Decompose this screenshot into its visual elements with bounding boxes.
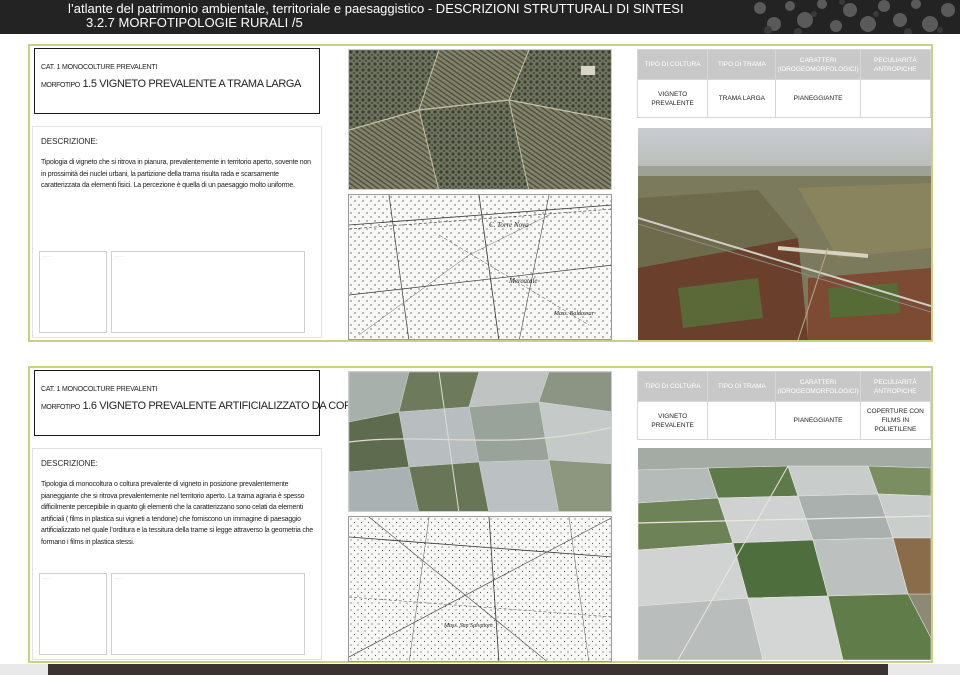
morfotipo-panel-1-6: CAT. 1 MONOCOLTURE PREVALENTI MORFOTIPO … <box>28 366 933 663</box>
column-header: TIPO DI COLTURA <box>636 371 709 402</box>
title-box: CAT. 1 MONOCOLTURE PREVALENTI MORFOTIPO … <box>34 48 320 114</box>
column-header: TIPO DI TRAMA <box>707 49 777 80</box>
characteristics-table: TIPO DI COLTURA TIPO DI TRAMA CARATTERI … <box>636 371 932 440</box>
column-header: CARATTERI (IDROGEOMORFOLOGICI) <box>775 371 861 402</box>
map-label: Mass. San Salvatore <box>443 623 493 629</box>
characteristics-table: TIPO DI COLTURA TIPO DI TRAMA CARATTERI … <box>636 49 932 118</box>
thumbnail-placeholder: ------ <box>39 251 107 333</box>
dotted-pattern-icon <box>754 0 955 34</box>
column-header: PECULIARITÀ ANTROPICHE <box>859 49 932 80</box>
footer-band <box>48 664 888 675</box>
morfotipo-title: MORFOTIPO 1.5 VIGNETO PREVALENTE A TRAMA… <box>41 78 301 90</box>
aerial-photo <box>638 128 931 340</box>
description-label: DESCRIZIONE: <box>41 459 98 468</box>
map-label: Mass. Baldassar <box>553 311 595 317</box>
map-label: Mercatale <box>508 277 538 285</box>
page-title-line2: 3.2.7 MORFOTIPOLOGIE RURALI /5 <box>86 15 303 30</box>
description-box: DESCRIZIONE: Tipologia di vigneto che si… <box>32 126 322 338</box>
category-label: CAT. 1 MONOCOLTURE PREVALENTI <box>41 386 158 393</box>
table-cell <box>859 79 932 118</box>
description-text: Tipologia di vigneto che si ritrova in p… <box>41 159 311 189</box>
column-header: TIPO DI COLTURA <box>636 49 709 80</box>
table-cell <box>707 401 777 440</box>
column-header: PECULIARITÀ ANTROPICHE <box>859 371 932 402</box>
table-cell: PIANEGGIANTE <box>775 79 861 118</box>
table-header-row: TIPO DI COLTURA TIPO DI TRAMA CARATTERI … <box>636 49 932 80</box>
page-header: l’atlante del patrimonio ambientale, ter… <box>0 0 960 34</box>
table-cell: PIANEGGIANTE <box>775 401 861 440</box>
table-header-row: TIPO DI COLTURA TIPO DI TRAMA CARATTERI … <box>636 371 932 402</box>
morfotipo-name: 1.5 VIGNETO PREVALENTE A TRAMA LARGA <box>82 78 301 90</box>
map-label: C. Torre Nova <box>489 221 529 229</box>
column-header: TIPO DI TRAMA <box>707 371 777 402</box>
historical-map-image: Mass. San Salvatore <box>348 516 612 662</box>
table-cell: TRAMA LARGA <box>707 79 777 118</box>
table-row: VIGNETO PREVALENTE TRAMA LARGA PIANEGGIA… <box>636 79 932 118</box>
page-title: l’atlante del patrimonio ambientale, ter… <box>68 2 684 30</box>
page-title-line1: l’atlante del patrimonio ambientale, ter… <box>68 1 684 16</box>
table-cell: COPERTURE CON FILMS IN POLIETILENE <box>859 401 932 440</box>
thumbnail-placeholder: ------ <box>111 251 305 333</box>
column-header: CARATTERI (IDROGEOMORFOLOGICI) <box>775 49 861 80</box>
morfotipo-prefix: MORFOTIPO <box>41 404 80 411</box>
description-label: DESCRIZIONE: <box>41 137 98 146</box>
thumbnail-placeholder: ------ <box>111 573 305 655</box>
description-box: DESCRIZIONE: Tipologia di monocoltura o … <box>32 448 322 660</box>
aerial-photo <box>638 448 931 660</box>
table-row: VIGNETO PREVALENTE PIANEGGIANTE COPERTUR… <box>636 401 932 440</box>
category-label: CAT. 1 MONOCOLTURE PREVALENTI <box>41 64 158 71</box>
morfotipo-panel-1-5: CAT. 1 MONOCOLTURE PREVALENTI MORFOTIPO … <box>28 44 933 342</box>
description-text: Tipologia di monocoltura o coltura preva… <box>41 481 314 546</box>
table-cell: VIGNETO PREVALENTE <box>636 401 709 440</box>
historical-map-image: C. Torre Nova Mercatale Mass. Baldassar <box>348 194 612 340</box>
orthophoto-image <box>348 371 612 512</box>
table-cell: VIGNETO PREVALENTE <box>636 79 709 118</box>
orthophoto-image <box>348 49 612 190</box>
title-box: CAT. 1 MONOCOLTURE PREVALENTI MORFOTIPO … <box>34 370 459 436</box>
morfotipo-prefix: MORFOTIPO <box>41 82 80 89</box>
thumbnail-placeholder: ------ <box>39 573 107 655</box>
